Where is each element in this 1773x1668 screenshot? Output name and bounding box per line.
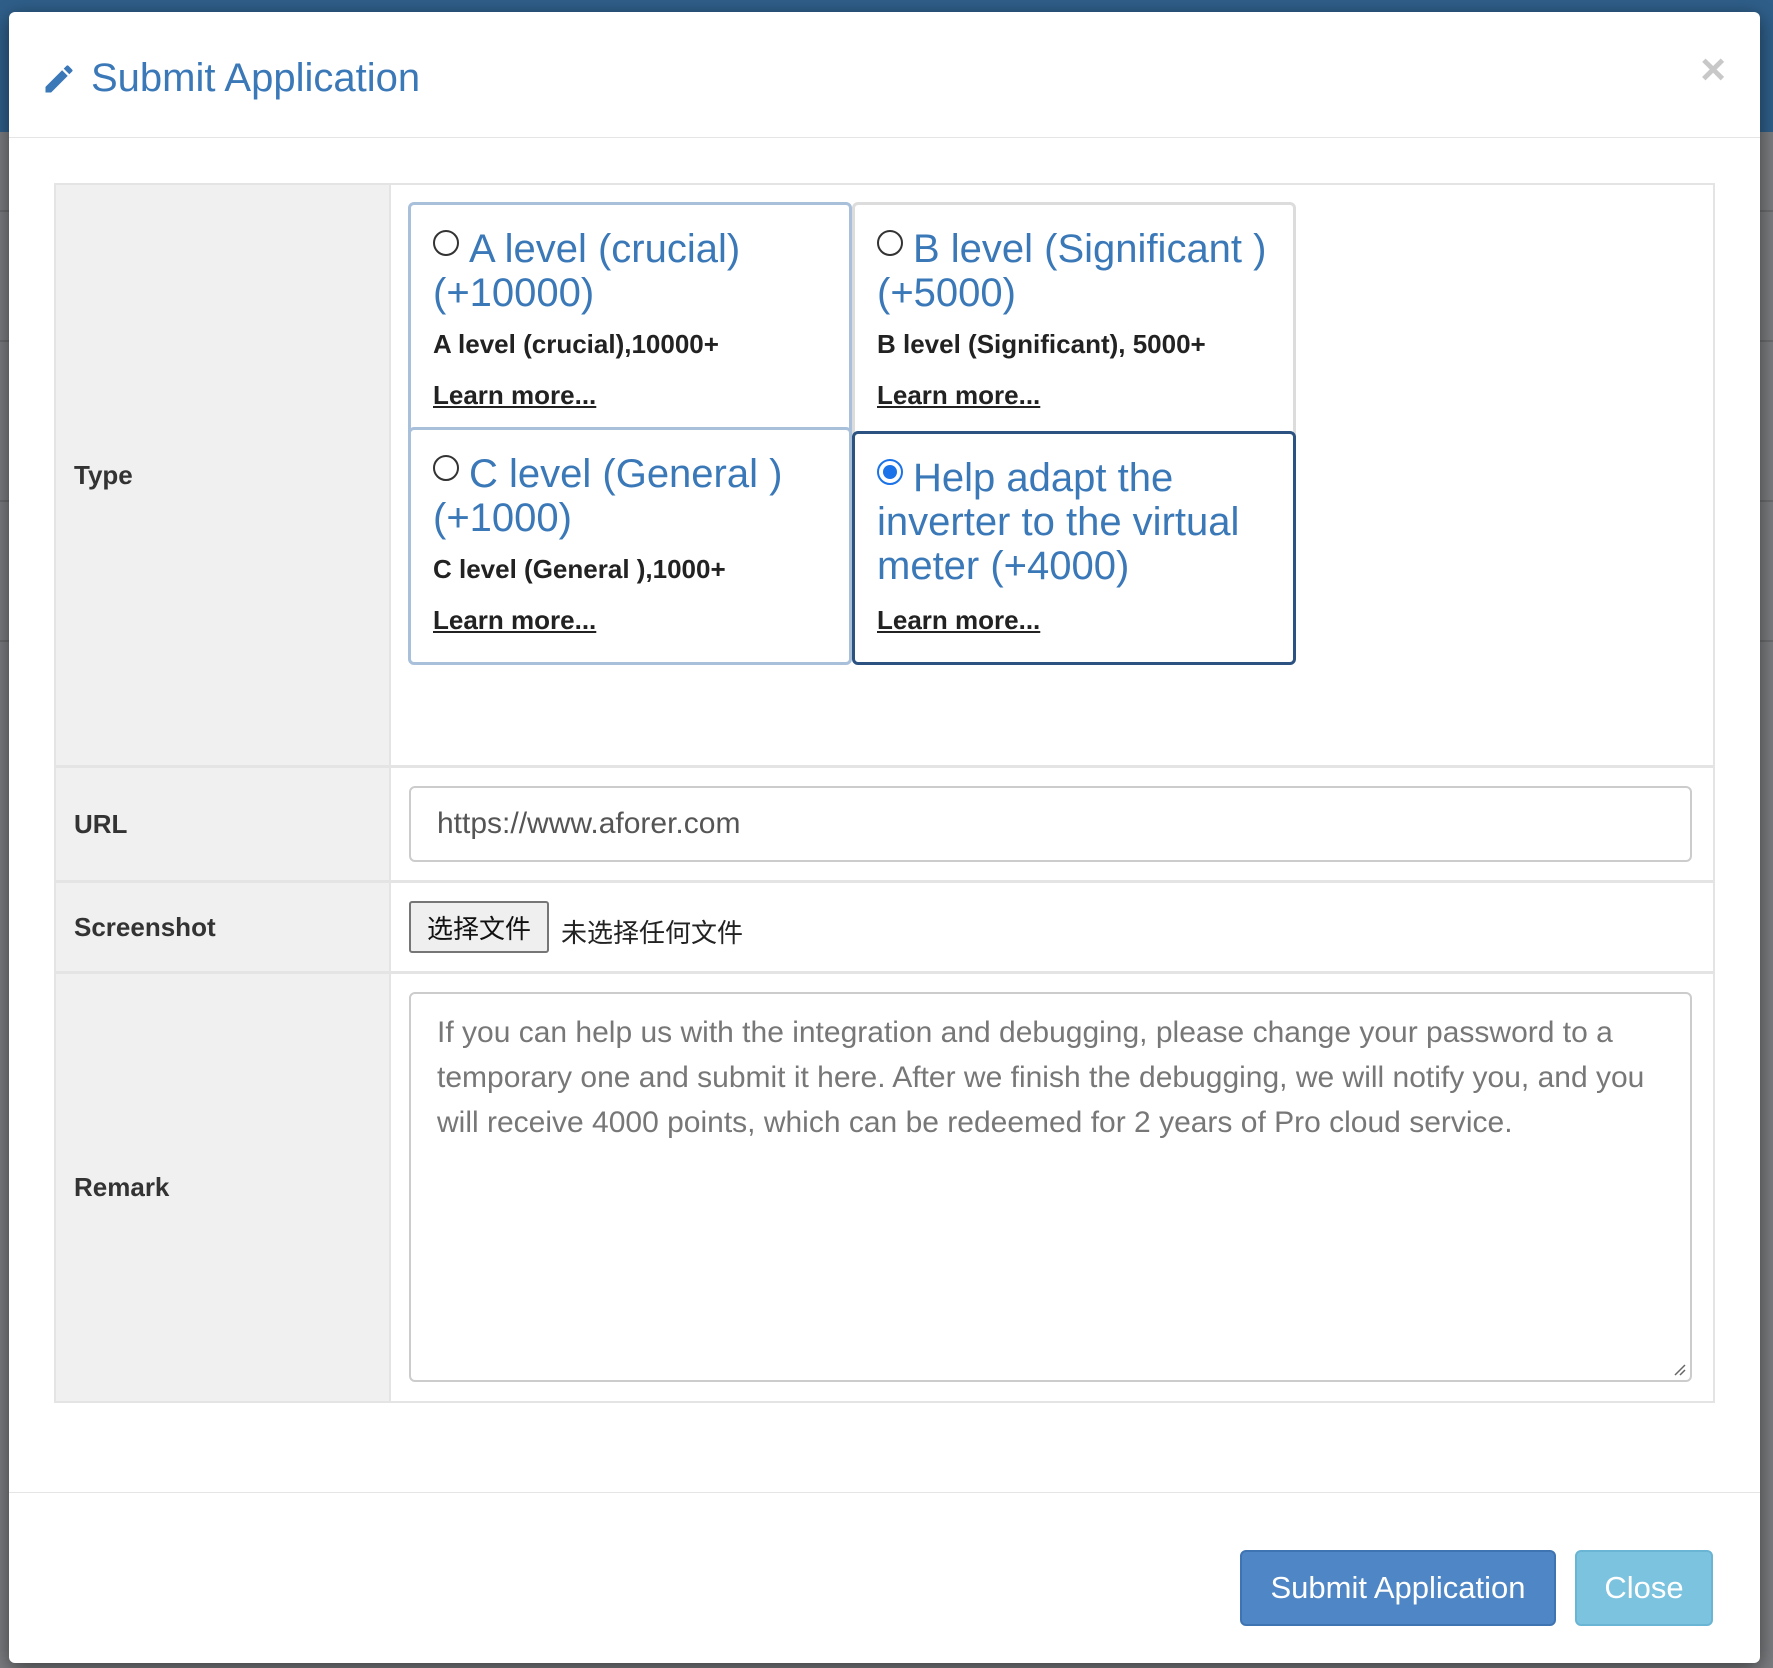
remark-row: Remark If you can help us with the integ…	[56, 974, 1713, 1401]
option-title: A level (crucial) (+10000)	[433, 227, 827, 315]
option-title-text: Help adapt the inverter to the virtual m…	[877, 456, 1240, 588]
option-title-text: A level (crucial) (+10000)	[433, 227, 741, 315]
option-a-level[interactable]: A level (crucial) (+10000) A level (cruc…	[408, 202, 852, 440]
learn-more-link[interactable]: Learn more...	[877, 605, 1040, 636]
radio-button[interactable]	[433, 230, 459, 256]
remark-cell: If you can help us with the integration …	[391, 974, 1713, 1401]
modal-header: Submit Application ×	[9, 12, 1760, 138]
option-description: C level (General ),1000+	[433, 554, 726, 584]
screenshot-label: Screenshot	[56, 883, 391, 971]
screenshot-cell: 选择文件 未选择任何文件	[391, 883, 1713, 971]
close-icon[interactable]: ×	[1700, 48, 1726, 92]
option-description: B level (Significant), 5000+	[877, 329, 1206, 359]
remark-textarea[interactable]: If you can help us with the integration …	[409, 992, 1692, 1382]
submit-application-button[interactable]: Submit Application	[1240, 1550, 1556, 1626]
radio-button[interactable]	[433, 455, 459, 481]
url-input[interactable]: https://www.aforer.com	[409, 786, 1692, 862]
remark-label: Remark	[56, 974, 391, 1401]
submit-application-modal: Submit Application × Type A level (cruci…	[9, 12, 1760, 1663]
close-button[interactable]: Close	[1575, 1550, 1713, 1626]
type-row: Type A level (crucial) (+10000) A level …	[56, 185, 1713, 768]
type-label: Type	[56, 185, 391, 765]
type-options: A level (crucial) (+10000) A level (cruc…	[391, 185, 1713, 765]
choose-file-button[interactable]: 选择文件	[409, 901, 550, 953]
url-label: URL	[56, 768, 391, 880]
option-description: A level (crucial),10000+	[433, 329, 719, 359]
pencil-icon	[45, 64, 73, 92]
file-status-text: 未选择任何文件	[561, 919, 744, 949]
modal-title: Submit Application	[41, 56, 420, 101]
option-title-text: C level (General ) (+1000)	[433, 452, 783, 540]
application-form: Type A level (crucial) (+10000) A level …	[54, 183, 1715, 1403]
remark-placeholder: If you can help us with the integration …	[437, 1016, 1645, 1139]
url-cell: https://www.aforer.com	[391, 768, 1713, 880]
radio-button-selected[interactable]	[877, 459, 903, 485]
option-virtual-meter[interactable]: Help adapt the inverter to the virtual m…	[852, 431, 1296, 665]
url-row: URL https://www.aforer.com	[56, 768, 1713, 883]
learn-more-link[interactable]: Learn more...	[433, 380, 596, 411]
radio-button[interactable]	[877, 230, 903, 256]
resize-grip-icon[interactable]	[1670, 1360, 1686, 1376]
option-c-level[interactable]: C level (General ) (+1000) C level (Gene…	[408, 427, 852, 665]
learn-more-link[interactable]: Learn more...	[877, 380, 1040, 411]
option-b-level[interactable]: B level (Significant ) (+5000) B level (…	[852, 202, 1296, 440]
learn-more-link[interactable]: Learn more...	[433, 605, 596, 636]
option-title-text: B level (Significant ) (+5000)	[877, 227, 1267, 315]
option-title: B level (Significant ) (+5000)	[877, 227, 1271, 315]
modal-footer: Submit Application Close	[9, 1492, 1760, 1663]
modal-title-text: Submit Application	[91, 56, 421, 100]
option-title: Help adapt the inverter to the virtual m…	[877, 456, 1271, 588]
screenshot-row: Screenshot 选择文件 未选择任何文件	[56, 883, 1713, 974]
option-title: C level (General ) (+1000)	[433, 452, 827, 540]
